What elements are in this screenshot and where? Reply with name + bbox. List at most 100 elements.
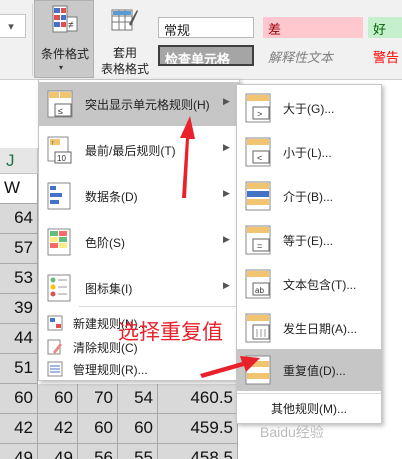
column-header-j[interactable]: J [0,148,38,174]
table-format-label-2: 表格格式 [100,62,149,76]
conditional-format-label: 条件格式 [40,47,89,61]
submenu-item-between[interactable]: 介于(B)... [237,175,381,217]
style-good[interactable]: 好 [368,17,402,38]
submenu-label: 重复值(D)... [283,364,346,378]
svg-text:10: 10 [57,154,66,163]
svg-text:>: > [257,109,262,119]
table-cell[interactable]: 60 [78,414,118,444]
table-format-label-1: 套用 [112,46,137,60]
svg-text:=: = [257,241,262,251]
submenu-item-equal-to[interactable]: = 等于(E)... [237,219,381,261]
submenu-label: 发生日期(A)... [283,322,357,336]
duplicate-values-icon [245,355,271,385]
greater-than-icon: > [245,93,271,123]
table-cell[interactable]: 458.5 [158,444,238,459]
chevron-right-icon: ▶ [223,142,230,152]
submenu-label: 大于(G)... [283,102,335,116]
table-cell[interactable]: 56 [78,444,118,459]
menu-label: 突出显示单元格规则(H) [85,98,210,112]
menu-item-color-scales[interactable]: 色阶(S) ▶ [39,220,239,264]
annotation-text: 选择重复值 [118,320,223,344]
table-cell[interactable]: 39 [0,294,38,324]
data-bars-icon [47,182,71,210]
chevron-right-icon: ▶ [223,96,230,106]
submenu-item-duplicate-values[interactable]: 重复值(D)... [237,349,381,391]
conditional-format-icon: ≠ [52,5,78,33]
conditional-format-button[interactable]: ≠ 条件格式 ▾ [34,0,94,78]
manage-rules-icon [47,361,63,377]
style-normal[interactable]: 常规 [158,17,254,38]
table-cell[interactable]: 64 [0,204,38,234]
table-cell[interactable]: 42 [0,414,38,444]
chevron-right-icon: ▶ [223,234,230,244]
menu-separator [79,306,239,307]
submenu-item-text-contains[interactable]: ab 文本包含(T)... [237,263,381,305]
table-cell[interactable]: 49 [38,444,78,459]
svg-text:≠: ≠ [68,20,74,31]
chevron-right-icon: ▶ [223,188,230,198]
table-cell[interactable]: 459.5 [158,414,238,444]
table-cell[interactable]: 53 [0,264,38,294]
icon-sets-icon [47,274,71,302]
submenu-separator [237,393,381,394]
watermark: Baidu经验 [260,424,324,440]
less-than-icon: < [245,137,271,167]
table-cell[interactable]: 57 [0,234,38,264]
svg-text:<: < [257,153,262,163]
table-cell[interactable]: 460.5 [158,384,238,414]
submenu-label: 介于(B)... [283,190,333,204]
menu-label: 色阶(S) [85,236,125,250]
submenu-item-less-than[interactable]: < 小于(L)... [237,131,381,173]
submenu-label: 等于(E)... [283,234,333,248]
table-cell[interactable]: 60 [0,384,38,414]
menu-item-highlight-rules[interactable]: ≤ 突出显示单元格规则(H) ▶ [39,82,239,126]
menu-item-data-bars[interactable]: 数据条(D) ▶ [39,174,239,218]
top-bottom-rules-icon: ↑ 10 [47,136,72,164]
style-check-cell[interactable]: 检查单元格 [158,45,254,66]
svg-text:↑: ↑ [51,140,55,147]
ribbon: ▾ ≠ 条件格式 ▾ 套用 表格格式 常规 差 好 检查单元格 解释性文本 警告 [0,0,402,80]
table-cell[interactable]: 60 [38,384,78,414]
table-cell[interactable]: 49 [0,444,38,459]
table-cell[interactable]: 60 [118,414,158,444]
svg-text:≤: ≤ [58,106,63,116]
dropdown-icon[interactable]: ▾ [0,14,26,38]
table-cell[interactable]: 70 [78,384,118,414]
date-occurring-icon [245,313,271,343]
submenu-item-greater-than[interactable]: > 大于(G)... [237,87,381,129]
menu-item-manage-rules[interactable]: 管理规则(R)... [39,356,239,382]
style-bad[interactable]: 差 [263,17,363,38]
table-cell[interactable]: 42 [38,414,78,444]
new-rule-icon [47,315,63,331]
submenu-label: 小于(L)... [283,146,332,160]
chevron-right-icon: ▶ [223,280,230,290]
menu-label: 数据条(D) [85,190,138,204]
submenu-item-more-rules[interactable]: 其他规则(M)... [237,397,381,421]
text-contains-icon: ab [245,269,271,299]
table-format-button[interactable]: 套用 表格格式 [96,0,154,78]
style-warning[interactable]: 警告 [368,45,402,66]
menu-item-top-bottom[interactable]: ↑ 10 最前/最后规则(T) ▶ [39,128,239,172]
between-icon [245,181,271,211]
menu-label: 管理规则(R)... [73,363,148,377]
ribbon-separator [32,4,33,76]
table-format-icon [111,9,138,31]
highlight-rules-submenu: > 大于(G)... < 小于(L)... 介于(B)... = 等于(E)..… [236,84,382,424]
chevron-down-icon: ▾ [59,63,64,72]
equal-to-icon: = [245,225,271,255]
clear-rules-icon [47,339,62,355]
menu-item-icon-sets[interactable]: 图标集(I) ▶ [39,266,239,310]
table-cell[interactable]: 44 [0,324,38,354]
submenu-label: 文本包含(T)... [283,278,357,292]
color-scales-icon [47,228,71,256]
header-cell[interactable]: W [0,174,38,204]
table-cell[interactable]: 51 [0,354,38,384]
svg-text:ab: ab [255,286,264,295]
style-explanatory[interactable]: 解释性文本 [263,45,363,66]
table-cell[interactable]: 55 [118,444,158,459]
highlight-rules-icon: ≤ [47,90,73,118]
submenu-item-date-occurring[interactable]: 发生日期(A)... [237,307,381,349]
menu-label: 图标集(I) [85,282,133,296]
table-cell[interactable]: 54 [118,384,158,414]
menu-label: 最前/最后规则(T) [85,144,176,158]
